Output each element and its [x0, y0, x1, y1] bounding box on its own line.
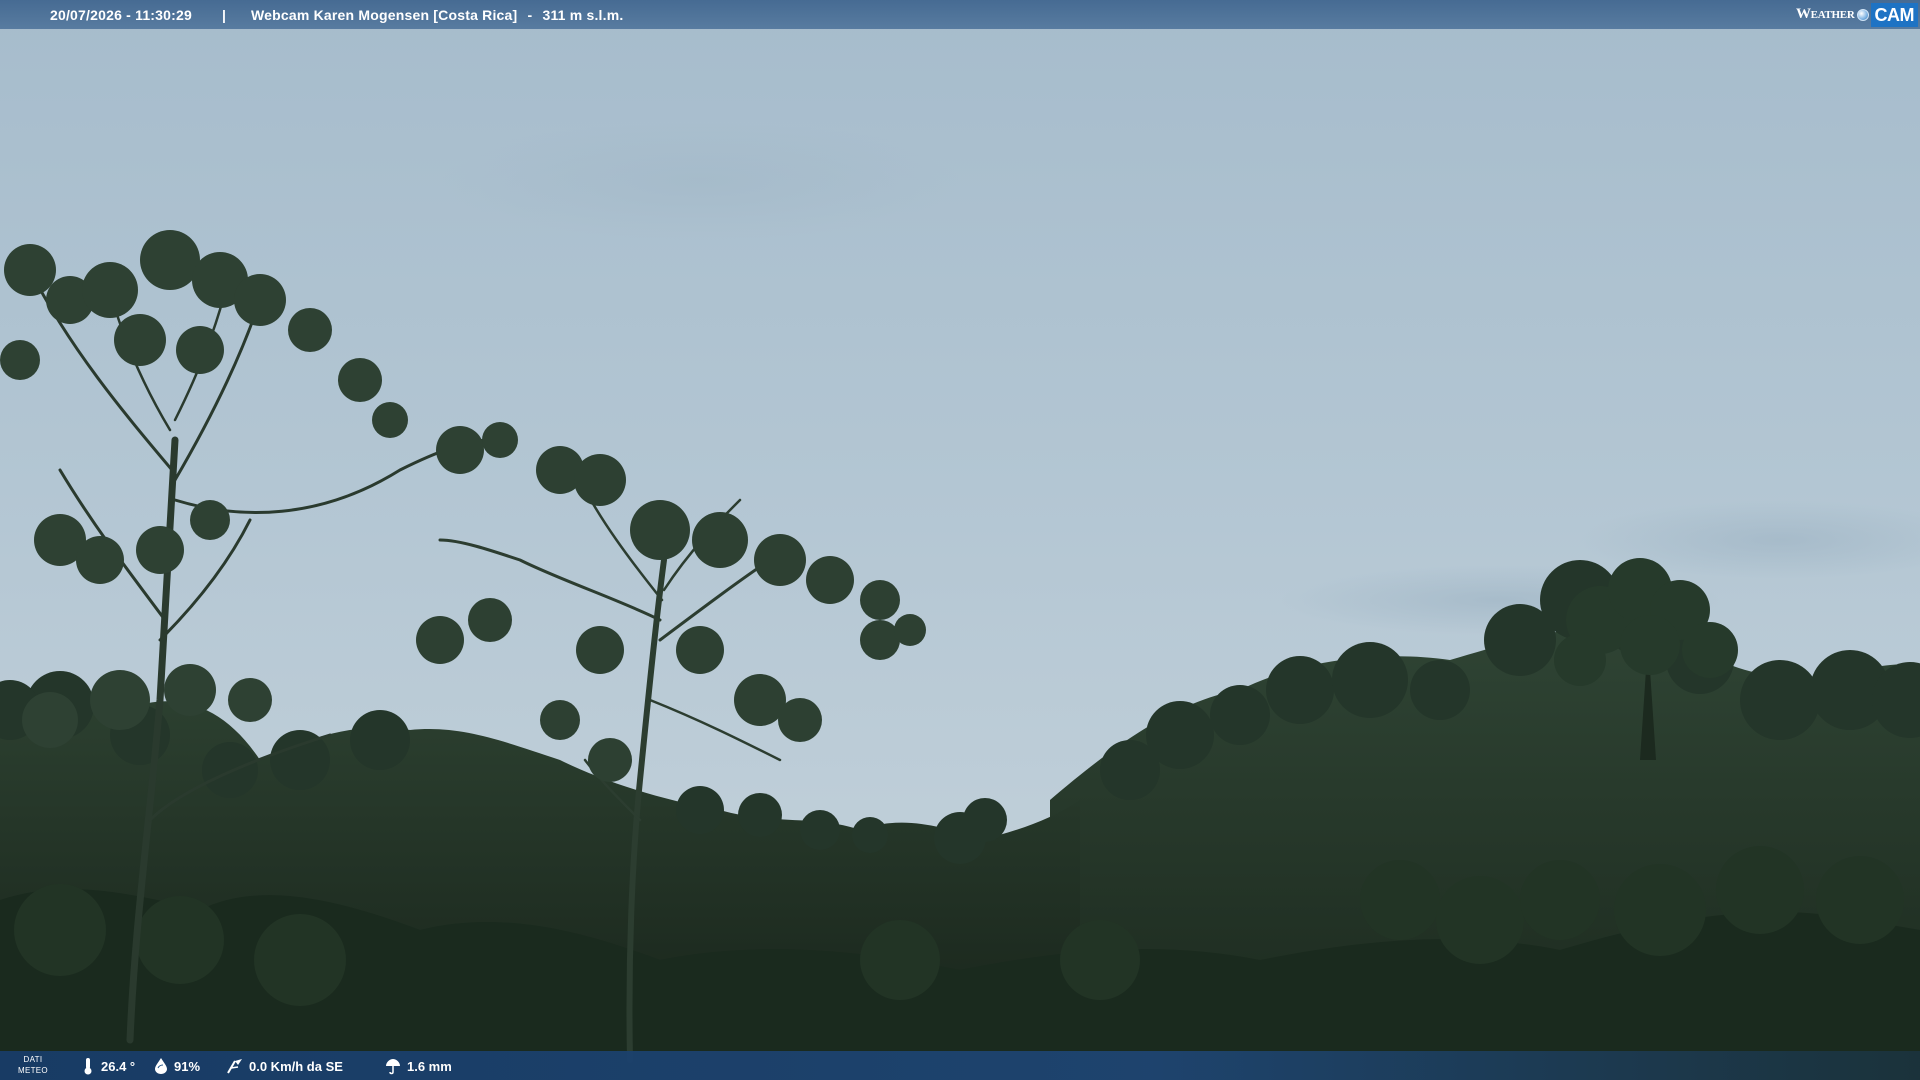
temperature-value: 26.4 °: [101, 1058, 136, 1074]
webcam-title: Webcam Karen Mogensen [Costa Rica] - 311…: [251, 7, 623, 23]
wind-icon: [227, 1059, 242, 1074]
separator: |: [222, 7, 227, 23]
timestamp: 20/07/2026 - 11:30:29: [50, 7, 192, 23]
webcam-image: [0, 0, 1920, 1080]
top-overlay-bar: 20/07/2026 - 11:30:29 | Webcam Karen Mog…: [0, 0, 1920, 29]
label-line-1: DATI: [23, 1055, 43, 1064]
temperature-readout: 26.4 °: [80, 1056, 135, 1076]
humidity-drop-icon: [155, 1058, 167, 1074]
weather-data-bar: DATI METEO 26.4 ° 91% 0.0 Km/h da SE 1.6…: [0, 1051, 1920, 1080]
weather-data-label: DATI METEO: [18, 1054, 48, 1076]
wind-value: 0.0 Km/h da SE: [249, 1058, 343, 1074]
altitude-separator: -: [527, 7, 533, 23]
webcam-name: Webcam Karen Mogensen [Costa Rica]: [251, 7, 518, 23]
label-line-2: METEO: [18, 1066, 48, 1075]
logo-globe-icon: [1856, 8, 1869, 21]
humidity-value: 91%: [174, 1058, 201, 1074]
cloud: [440, 120, 960, 240]
rain-value: 1.6 mm: [407, 1058, 452, 1074]
logo-weather-text: Weather: [1795, 6, 1855, 22]
wind-readout: 0.0 Km/h da SE: [226, 1056, 343, 1076]
logo-cam-text: CAM: [1870, 2, 1918, 27]
rain-readout: 1.6 mm: [384, 1056, 452, 1076]
webcam-frame: 20/07/2026 - 11:30:29 | Webcam Karen Mog…: [0, 0, 1920, 1080]
humidity-readout: 91%: [153, 1056, 200, 1076]
altitude: 311 m s.l.m.: [542, 7, 624, 23]
weathercam-logo: Weather CAM: [1796, 2, 1918, 27]
thermometer-icon: [84, 1058, 92, 1075]
rain-icon: [386, 1059, 400, 1075]
